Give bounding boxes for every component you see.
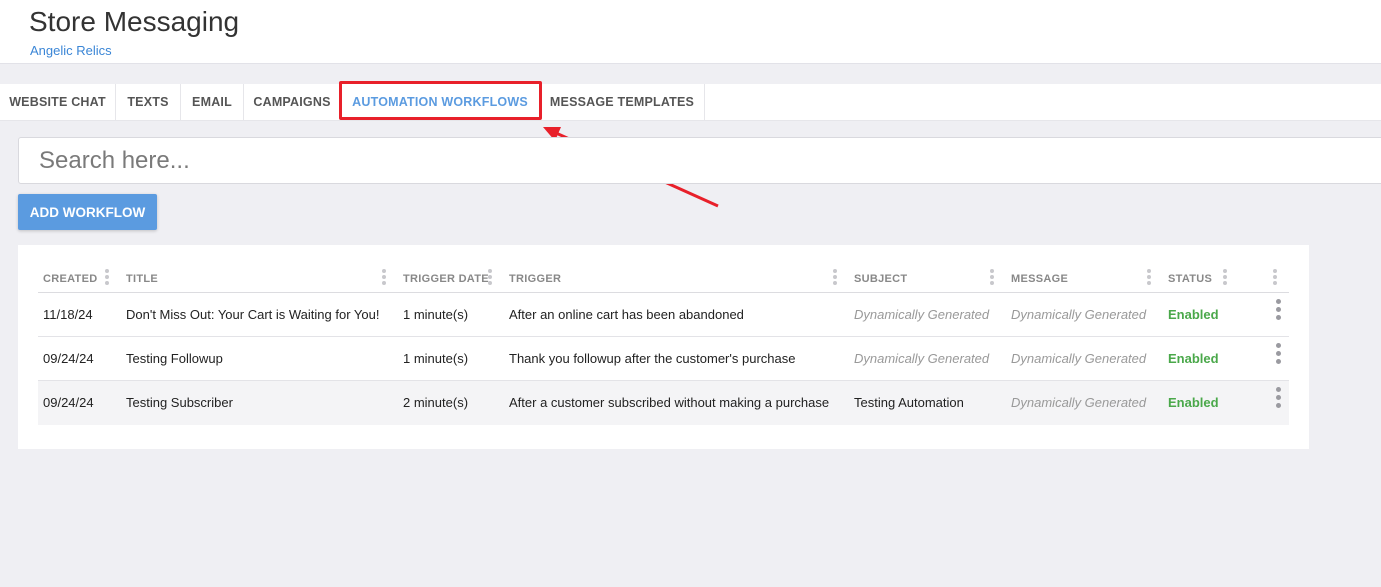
tab-campaigns[interactable]: CAMPAIGNS	[244, 84, 341, 120]
cell-trigger-date: 2 minute(s)	[403, 395, 469, 410]
status-badge: Enabled	[1168, 307, 1219, 322]
store-name-link[interactable]: Angelic Relics	[30, 43, 112, 58]
more-vertical-icon[interactable]	[1276, 387, 1282, 411]
status-badge: Enabled	[1168, 351, 1219, 366]
status-badge: Enabled	[1168, 395, 1219, 410]
workflows-table: CREATED TITLE TRIGGER DATE TRIGGER SUBJE…	[18, 245, 1309, 449]
column-header-title[interactable]: TITLE	[126, 273, 158, 285]
column-header-trigger-date[interactable]: TRIGGER DATE	[403, 273, 489, 285]
tab-automation-workflows[interactable]: AUTOMATION WORKFLOWS	[341, 84, 540, 120]
search-input[interactable]	[18, 137, 1381, 184]
tab-message-templates[interactable]: MESSAGE TEMPLATES	[540, 84, 705, 120]
cell-subject: Dynamically Generated	[854, 351, 990, 366]
column-resize-icon[interactable]	[105, 269, 111, 287]
page-title: Store Messaging	[29, 6, 240, 37]
more-vertical-icon[interactable]	[1276, 343, 1282, 367]
cell-title: Don't Miss Out: Your Cart is Waiting for…	[126, 307, 380, 322]
cell-trigger: Thank you followup after the customer's …	[509, 351, 796, 366]
cell-message: Dynamically Generated	[1011, 395, 1147, 410]
column-resize-icon[interactable]	[990, 269, 996, 287]
table-row[interactable]: 09/24/24 Testing Followup 1 minute(s) Th…	[38, 337, 1289, 381]
cell-subject: Dynamically Generated	[854, 307, 990, 322]
column-resize-icon[interactable]	[1223, 269, 1229, 287]
table-row[interactable]: 09/24/24 Testing Subscriber 2 minute(s) …	[38, 381, 1289, 425]
column-resize-icon[interactable]	[382, 269, 388, 287]
cell-message: Dynamically Generated	[1011, 307, 1147, 322]
cell-trigger: After a customer subscribed without maki…	[509, 395, 830, 410]
column-resize-icon[interactable]	[1273, 269, 1279, 287]
column-header-status[interactable]: STATUS	[1168, 273, 1212, 285]
column-resize-icon[interactable]	[488, 269, 494, 287]
column-header-trigger[interactable]: TRIGGER	[509, 273, 561, 285]
cell-trigger-date: 1 minute(s)	[403, 307, 469, 322]
column-resize-icon[interactable]	[833, 269, 839, 287]
column-resize-icon[interactable]	[1147, 269, 1153, 287]
cell-trigger-date: 1 minute(s)	[403, 351, 469, 366]
more-vertical-icon[interactable]	[1276, 299, 1282, 323]
cell-trigger: After an online cart has been abandoned	[509, 307, 744, 322]
tab-bar: WEBSITE CHAT TEXTS EMAIL CAMPAIGNS AUTOM…	[0, 84, 1381, 121]
tab-texts[interactable]: TEXTS	[116, 84, 181, 120]
page-header: Store Messaging Angelic Relics	[0, 0, 1381, 64]
cell-title: Testing Followup	[126, 351, 223, 366]
tab-website-chat[interactable]: WEBSITE CHAT	[0, 84, 116, 120]
cell-message: Dynamically Generated	[1011, 351, 1147, 366]
table-row[interactable]: 11/18/24 Don't Miss Out: Your Cart is Wa…	[38, 293, 1289, 337]
cell-created: 09/24/24	[43, 395, 94, 410]
tab-email[interactable]: EMAIL	[181, 84, 244, 120]
column-header-message[interactable]: MESSAGE	[1011, 273, 1068, 285]
cell-subject: Testing Automation	[854, 395, 964, 410]
add-workflow-button[interactable]: ADD WORKFLOW	[18, 194, 157, 230]
column-header-subject[interactable]: SUBJECT	[854, 273, 907, 285]
cell-created: 09/24/24	[43, 351, 94, 366]
cell-title: Testing Subscriber	[126, 395, 233, 410]
column-header-created[interactable]: CREATED	[43, 273, 97, 285]
cell-created: 11/18/24	[43, 307, 93, 322]
